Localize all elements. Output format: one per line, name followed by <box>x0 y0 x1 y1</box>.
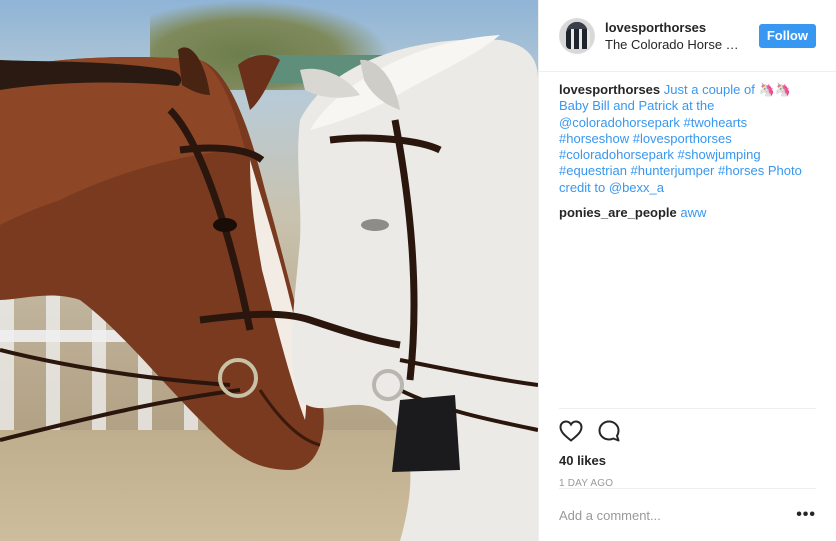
caption-username[interactable]: lovesporthorses <box>559 82 660 97</box>
avatar[interactable] <box>559 17 595 54</box>
comment-item: ponies_are_people aww <box>559 205 816 221</box>
follow-button[interactable]: Follow <box>758 23 816 48</box>
hashtags-line-3[interactable]: #equestrian #hunterjumper #horses <box>559 163 764 178</box>
credit-mention[interactable]: @bexx_a <box>609 180 664 195</box>
caption: lovesporthorses Just a couple of 🦄🦄 Baby… <box>559 82 816 196</box>
comment-input[interactable] <box>559 507 779 523</box>
post-sidebar: lovesporthorses The Colorado Horse … Fol… <box>538 0 836 541</box>
caption-text-1: Just a couple of <box>663 82 755 97</box>
likes-count[interactable]: 40 likes <box>559 453 816 468</box>
comments-section: lovesporthorses Just a couple of 🦄🦄 Baby… <box>539 72 836 408</box>
caption-text-2: Baby Bill and Patrick at the <box>559 98 715 114</box>
comment-username[interactable]: ponies_are_people <box>559 205 677 220</box>
speech-bubble-icon[interactable] <box>597 419 621 446</box>
action-icons <box>559 419 816 445</box>
post-actions: 40 likes 1 DAY AGO <box>559 408 816 489</box>
instagram-post: lovesporthorses The Colorado Horse … Fol… <box>0 0 836 541</box>
header-location[interactable]: The Colorado Horse … <box>605 36 745 53</box>
add-comment-bar: ••• <box>559 488 816 541</box>
comment-text: aww <box>680 205 707 221</box>
post-header: lovesporthorses The Colorado Horse … Fol… <box>539 0 836 72</box>
heart-icon[interactable] <box>559 419 583 445</box>
post-photo[interactable] <box>0 0 538 541</box>
unicorn-emoji: 🦄🦄 <box>758 82 791 97</box>
more-options-icon[interactable]: ••• <box>796 506 816 524</box>
hashtags-line-2[interactable]: #coloradohorsepark #showjumping <box>559 147 761 162</box>
header-text: lovesporthorses The Colorado Horse … <box>605 19 759 53</box>
header-username[interactable]: lovesporthorses <box>605 19 759 36</box>
horses-illustration <box>0 35 538 541</box>
mention-coloradohorsepark[interactable]: @coloradohorsepark <box>559 115 680 130</box>
